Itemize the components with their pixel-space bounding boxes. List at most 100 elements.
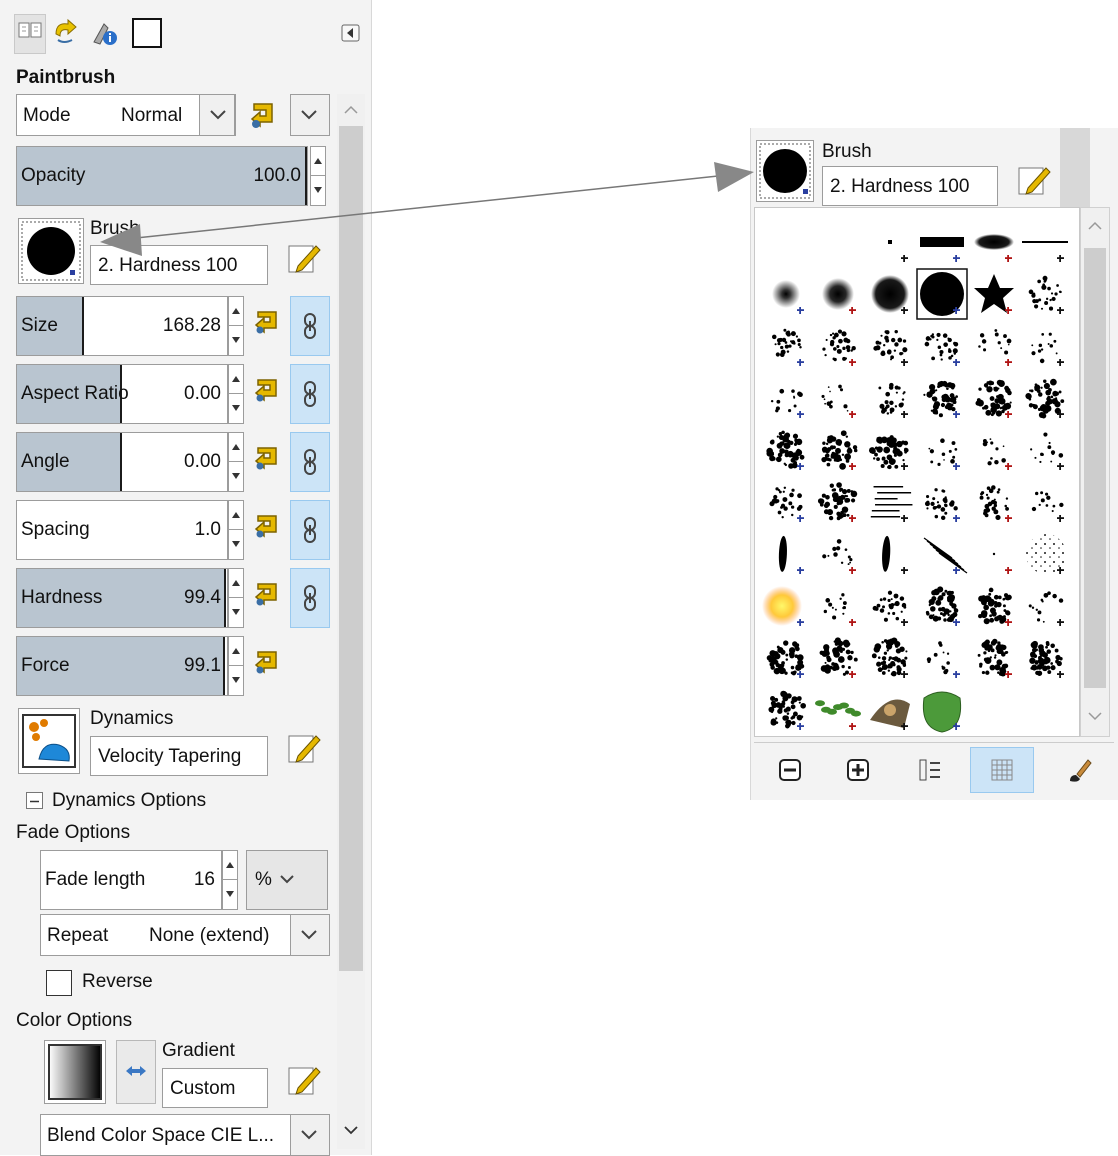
brush-thumbnail-14[interactable] [873,329,908,366]
brush-thumbnail-31[interactable] [817,482,858,522]
fade-length-field[interactable]: Fade length 16 [40,850,222,910]
blend-color-space-combo[interactable]: Blend Color Space CIE L... [40,1114,292,1156]
undo-history-tab[interactable] [50,14,82,54]
hardness-reset-button[interactable] [252,580,282,610]
size-decrement[interactable] [229,326,243,355]
brush-name-field[interactable]: 2. Hardness 100 [90,245,268,285]
spacing-decrement[interactable] [229,530,243,559]
repeat-dropdown-button[interactable] [290,914,330,956]
force-reset-button[interactable] [252,648,282,678]
mode-combo[interactable]: Mode Normal [16,94,236,136]
scrollbar-thumb[interactable] [1084,248,1106,688]
popup-brush-edit-button[interactable] [1016,162,1052,198]
brush-thumbnail-13[interactable] [822,329,856,366]
brush-thumbnail-37[interactable] [822,539,856,574]
brush-thumbnail-39[interactable] [923,537,968,574]
angle-spinner[interactable] [228,432,244,492]
zoom-in-button[interactable] [826,747,890,793]
brush-thumbnail-53[interactable] [1029,640,1064,678]
angle-link-button[interactable] [290,432,330,492]
angle-slider[interactable]: Angle 0.00 [16,432,228,492]
zoom-out-button[interactable] [758,747,822,793]
opacity-spinner[interactable] [310,146,326,206]
mode-reset-button[interactable] [246,98,282,132]
brush-thumbnail-20[interactable] [878,382,908,418]
brush-thumbnail-23[interactable] [1025,378,1065,419]
dynamics-options-expander[interactable] [26,792,43,809]
size-reset-button[interactable] [252,308,282,338]
brush-thumbnail-24[interactable] [766,430,805,470]
aspect-ratio-spinner[interactable] [228,364,244,424]
brush-thumbnail-49[interactable] [819,637,858,678]
mode-dropdown-button[interactable] [199,94,235,136]
repeat-dropdown[interactable] [290,914,330,956]
brush-thumbnail-12[interactable] [772,328,804,366]
scroll-down-icon[interactable] [1087,710,1103,722]
brush-thumbnail-19[interactable] [821,384,856,418]
brush-thumbnail-38[interactable] [881,535,908,574]
reverse-checkbox[interactable] [46,970,72,996]
spacing-slider[interactable]: Spacing 1.0 [16,500,228,560]
spacing-increment[interactable] [229,501,243,530]
brush-thumbnail-33[interactable] [924,488,960,522]
scroll-up-icon[interactable] [343,104,359,116]
brush-thumbnail-55[interactable] [815,700,861,730]
brush-thumbnail-11[interactable] [1028,275,1064,314]
brush-thumbnail-4[interactable] [974,234,1014,262]
brush-thumbnail-9[interactable] [916,268,968,320]
brush-thumbnail-47[interactable] [1028,591,1064,626]
brush-thumbnail-29[interactable] [1030,432,1064,470]
brush-thumbnail-36[interactable] [778,535,804,574]
tool-options-scrollbar[interactable] [337,94,365,1149]
brush-thumbnail-26[interactable] [868,435,909,470]
scroll-up-icon[interactable] [1087,220,1103,232]
brush-thumbnail-32[interactable] [870,486,913,522]
gradient-reverse-button[interactable] [116,1040,156,1104]
hardness-decrement[interactable] [229,598,243,627]
size-increment[interactable] [229,297,243,326]
brush-thumbnail-18[interactable] [770,388,804,418]
brush-thumbnail-54[interactable] [768,690,806,730]
blend-color-space-dropdown[interactable] [290,1114,330,1156]
fade-unit-dropdown[interactable]: % [246,850,328,910]
brush-thumbnail-50[interactable] [871,637,908,678]
brush-thumbnail-15[interactable] [924,332,960,366]
list-view-button[interactable] [898,747,962,793]
brush-thumbnail-45[interactable] [925,586,960,626]
popup-brush-preview[interactable] [756,140,814,202]
repeat-combo[interactable]: Repeat None (extend) [40,914,292,956]
aspect-ratio-decrement[interactable] [229,394,243,423]
size-slider[interactable]: Size 168.28 [16,296,228,356]
aspect-ratio-reset-button[interactable] [252,376,282,406]
brush-preview-button[interactable] [18,218,84,284]
dynamics-name-field[interactable]: Velocity Tapering [90,736,268,776]
spacing-reset-button[interactable] [252,512,282,542]
size-spinner[interactable] [228,296,244,356]
force-increment[interactable] [229,637,243,666]
aspect-ratio-increment[interactable] [229,365,243,394]
hardness-link-button[interactable] [290,568,330,628]
brush-edit-button[interactable] [286,240,322,276]
mode-extra-dropdown[interactable] [290,94,330,136]
force-decrement[interactable] [229,666,243,695]
brush-thumbnail-10[interactable] [974,274,1014,314]
opacity-slider[interactable]: Opacity 100.0 [16,146,308,206]
fade-length-increment[interactable] [223,851,237,880]
brush-thumbnail-46[interactable] [978,587,1012,626]
brush-thumbnail-8[interactable] [871,275,909,314]
brush-thumbnail-30[interactable] [769,486,804,522]
brush-thumbnail-7[interactable] [822,278,856,314]
angle-increment[interactable] [229,433,243,462]
brush-thumbnail-56[interactable] [870,699,910,730]
dynamics-edit-button[interactable] [286,730,322,766]
opacity-decrement[interactable] [311,176,325,205]
brush-thumbnail-25[interactable] [821,430,858,470]
brush-thumbnail-6[interactable] [772,280,804,314]
brush-thumbnail-57[interactable] [922,691,962,733]
gradient-edit-button[interactable] [286,1062,322,1098]
blend-color-space-dropdown-button[interactable] [290,1114,330,1156]
hardness-slider[interactable]: Hardness 99.4 [16,568,228,628]
hardness-increment[interactable] [229,569,243,598]
spacing-link-button[interactable] [290,500,330,560]
brush-thumbnail-28[interactable] [982,438,1012,470]
